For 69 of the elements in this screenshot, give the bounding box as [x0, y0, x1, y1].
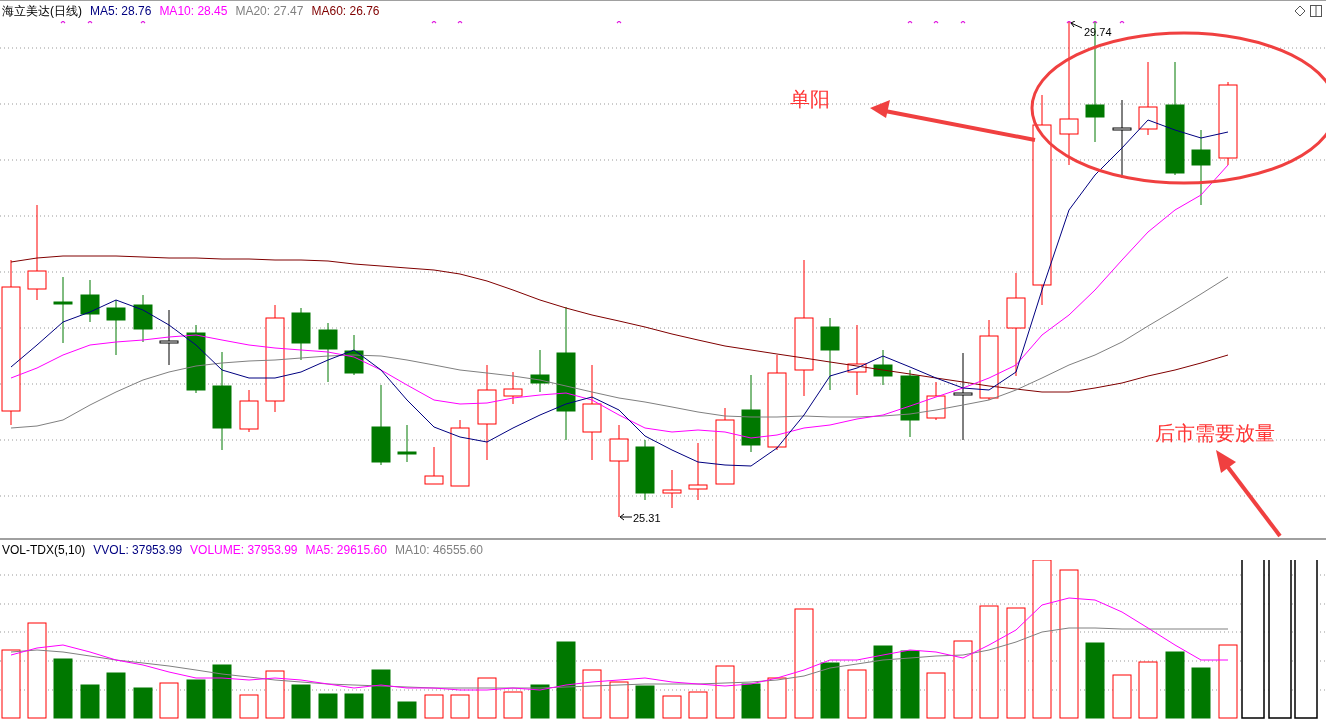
- candlestick: [318, 322, 338, 383]
- candlestick: [133, 294, 153, 343]
- volume-bar: [186, 679, 206, 719]
- volume-bar: [741, 683, 761, 719]
- candlestick: [291, 307, 311, 361]
- candlestick: [688, 442, 708, 501]
- cross-marker: [457, 21, 463, 24]
- volume-bar: [900, 650, 920, 719]
- volume-bar: [291, 684, 311, 719]
- cross-marker: [1066, 21, 1072, 24]
- indicator-label: VVOL: 37953.99: [93, 543, 183, 557]
- volume-bar: [397, 701, 417, 719]
- leader-line: [619, 513, 633, 521]
- indicator-label: MA10: 28.45: [159, 4, 228, 18]
- leader-line: [1070, 21, 1083, 29]
- indicator-label: MA5: 28.76: [90, 4, 152, 18]
- indicator-label: MA5: 29615.60: [305, 543, 387, 557]
- annotation-text: 单阳: [790, 87, 830, 111]
- high-price-label: 29.74: [1084, 26, 1112, 38]
- candlestick: [186, 324, 206, 394]
- volume-bar: [212, 664, 232, 719]
- candlestick: [80, 279, 100, 323]
- indicator-label: MA60: 26.76: [311, 4, 380, 18]
- cross-marker: [87, 21, 93, 24]
- candlestick: [159, 309, 179, 366]
- volume-bar: [820, 662, 840, 719]
- candlestick: [53, 276, 73, 344]
- candlestick: [530, 349, 550, 393]
- cross-marker: [907, 21, 913, 24]
- cross-marker: [933, 21, 939, 24]
- candlestick: [503, 371, 523, 405]
- volume-bar: [106, 672, 126, 719]
- candlestick: [239, 389, 259, 433]
- volume-bar: [344, 693, 364, 719]
- cross-marker: [140, 21, 146, 24]
- candlestick: [450, 419, 470, 487]
- candlestick: [873, 349, 893, 386]
- volume-bar: [80, 684, 100, 719]
- cross-marker: [431, 21, 437, 24]
- cross-marker: [616, 21, 622, 24]
- stock-title: 海立美达(日线): [2, 4, 82, 18]
- indicator-label: VOLUME: 37953.99: [190, 543, 298, 557]
- indicator-label: MA10: 46555.60: [394, 543, 483, 557]
- cross-marker: [1119, 21, 1125, 24]
- split-panel-icon[interactable]: [1310, 5, 1322, 17]
- cross-marker: [60, 21, 66, 24]
- candlestick: [344, 334, 364, 376]
- annotation-text: 后市需要放量: [1155, 421, 1275, 445]
- candlestick: [926, 381, 946, 421]
- indicator-label: MA20: 27.47: [235, 4, 304, 18]
- volume-bar: [635, 685, 655, 719]
- diamond-icon[interactable]: [1294, 5, 1306, 17]
- candlestick: [900, 369, 920, 438]
- volume-bar: [53, 658, 73, 719]
- volume-bar: [318, 693, 338, 719]
- cross-marker: [1092, 21, 1098, 24]
- candlestick: [847, 324, 867, 396]
- volume-bar: [371, 669, 391, 719]
- low-price-label: 25.31: [633, 512, 661, 524]
- candlestick: [397, 424, 417, 463]
- indicator-title: VOL-TDX(5,10): [2, 543, 86, 557]
- candlestick: [424, 446, 444, 485]
- volume-bar: [1165, 651, 1185, 719]
- candlestick: [662, 469, 682, 509]
- volume-bar: [1191, 667, 1211, 719]
- volume-bar: [133, 687, 153, 719]
- cross-marker: [960, 21, 966, 24]
- candlestick: [635, 439, 655, 501]
- candlestick: [106, 299, 126, 356]
